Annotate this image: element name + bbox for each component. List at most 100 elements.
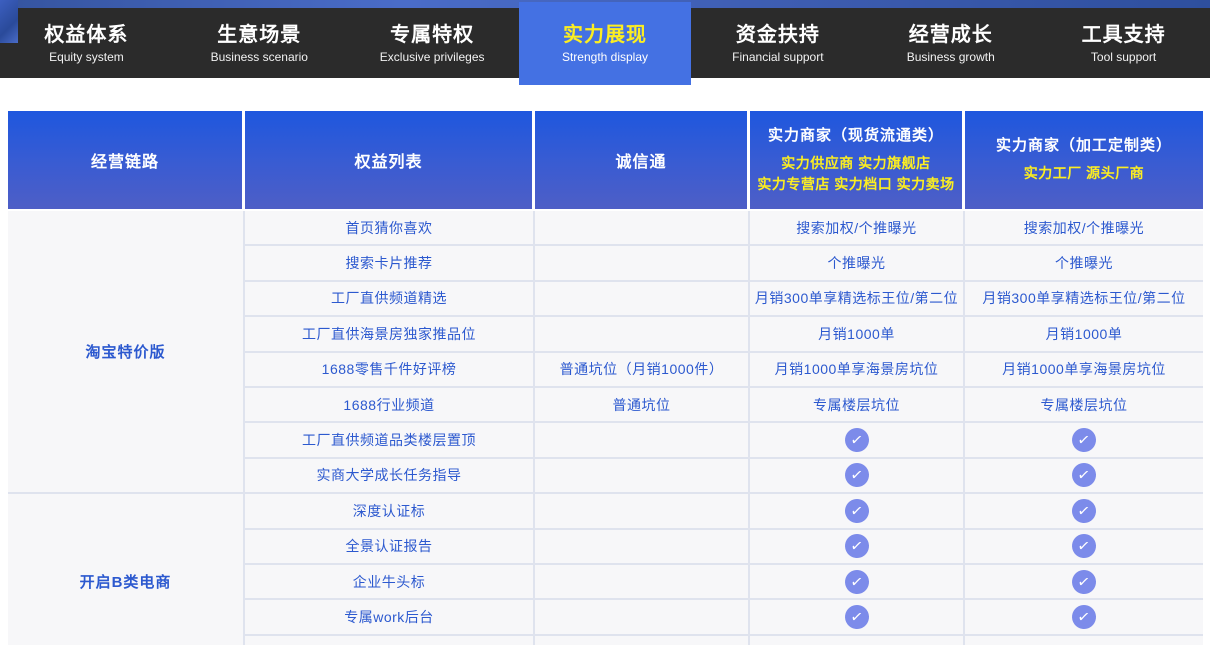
table-header-row: 经营链路 权益列表 诚信通 实力商家（现货流通类） 实力供应商 实力旗舰店 实力… (8, 111, 1203, 211)
benefit-cell: 工厂直供海景房独家推品位 (245, 317, 535, 352)
benefit-cell: 搜索卡片推荐 (245, 246, 535, 281)
custom-merchant-cell: 搜索加权/个推曝光 (965, 211, 1203, 246)
nav-tab-business-scenario[interactable]: 生意场景 Business scenario (173, 8, 346, 78)
check-icon: ✓ (1070, 568, 1097, 595)
chengxintong-cell: 普通坑位 (535, 388, 750, 423)
check-icon: ✓ (843, 497, 870, 524)
nav-tab-label-en: Exclusive privileges (380, 50, 485, 64)
check-icon: ✓ (843, 426, 870, 453)
benefit-cell: 1688行业频道 (245, 388, 535, 423)
check-icon: ✓ (1070, 533, 1097, 560)
spot-merchant-cell (750, 636, 965, 645)
chengxintong-cell (535, 600, 750, 635)
nav-tab-label-zh: 实力展现 (563, 23, 647, 47)
nav-tab-financial-support[interactable]: 资金扶持 Financial support (691, 8, 864, 78)
header-title: 实力商家（现货流通类） (750, 126, 962, 146)
check-icon: ✓ (1070, 462, 1097, 489)
check-icon: ✓ (843, 462, 870, 489)
header-business-chain: 经营链路 (8, 111, 245, 211)
table-row: 开启B类电商 深度认证标 ✓ ✓ (8, 494, 1203, 529)
spot-merchant-cell: 专属楼层坑位 (750, 388, 965, 423)
top-navigation: 权益体系 Equity system 生意场景 Business scenari… (0, 8, 1210, 78)
chengxintong-cell (535, 282, 750, 317)
header-subtitle: 实力工厂 源头厂商 (965, 163, 1203, 184)
header-benefit-list: 权益列表 (245, 111, 535, 211)
chengxintong-cell (535, 565, 750, 600)
custom-merchant-cell: 月销300单享精选标王位/第二位 (965, 282, 1203, 317)
custom-merchant-cell: 月销1000单享海景房坑位 (965, 353, 1203, 388)
spot-merchant-cell: ✓ (750, 423, 965, 458)
nav-tab-business-growth[interactable]: 经营成长 Business growth (864, 8, 1037, 78)
spot-merchant-cell: 月销1000单享海景房坑位 (750, 353, 965, 388)
benefit-cell: 工厂直供频道品类楼层置顶 (245, 423, 535, 458)
nav-tab-label-en: Business growth (907, 50, 995, 64)
nav-tab-label-en: Tool support (1091, 50, 1156, 64)
chengxintong-cell (535, 211, 750, 246)
chengxintong-cell (535, 317, 750, 352)
page: 权益体系 Equity system 生意场景 Business scenari… (0, 0, 1210, 645)
nav-tab-label-zh: 专属特权 (390, 23, 474, 47)
spot-merchant-cell: ✓ (750, 459, 965, 494)
header-subtitle: 实力专营店 实力档口 实力卖场 (750, 174, 962, 195)
benefit-cell: 深度认证标 (245, 494, 535, 529)
nav-tab-label-zh: 权益体系 (44, 23, 128, 47)
spot-merchant-cell: 搜索加权/个推曝光 (750, 211, 965, 246)
check-icon: ✓ (843, 533, 870, 560)
custom-merchant-cell: ✓ (965, 459, 1203, 494)
custom-merchant-cell: 专属楼层坑位 (965, 388, 1203, 423)
spot-merchant-cell: 个推曝光 (750, 246, 965, 281)
chengxintong-cell: 普通坑位（月销1000件） (535, 353, 750, 388)
nav-tab-tool-support[interactable]: 工具支持 Tool support (1037, 8, 1210, 78)
nav-tab-label-en: Financial support (732, 50, 823, 64)
benefit-cell: 专属work后台 (245, 600, 535, 635)
nav-tab-label-zh: 工具支持 (1082, 23, 1166, 47)
group-label-taobao-tejiaban: 淘宝特价版 (8, 211, 245, 494)
nav-tab-equity-system[interactable]: 权益体系 Equity system (0, 8, 173, 78)
spot-merchant-cell: 月销1000单 (750, 317, 965, 352)
group-label-b2b-ecommerce: 开启B类电商 (8, 494, 245, 645)
nav-tab-label-zh: 资金扶持 (736, 23, 820, 47)
custom-merchant-cell: ✓ (965, 530, 1203, 565)
nav-tab-label-en: Equity system (49, 50, 124, 64)
benefit-cell: 实商大学成长任务指导 (245, 459, 535, 494)
benefits-comparison-table: 经营链路 权益列表 诚信通 实力商家（现货流通类） 实力供应商 实力旗舰店 实力… (8, 111, 1203, 645)
benefit-cell (245, 636, 535, 645)
header-subtitle: 实力供应商 实力旗舰店 (750, 153, 962, 174)
nav-tab-label-en: Business scenario (211, 50, 308, 64)
custom-merchant-cell: ✓ (965, 600, 1203, 635)
spot-merchant-cell: ✓ (750, 600, 965, 635)
benefit-cell: 企业牛头标 (245, 565, 535, 600)
custom-merchant-cell: ✓ (965, 423, 1203, 458)
nav-tab-label-zh: 生意场景 (217, 23, 301, 47)
chengxintong-cell (535, 246, 750, 281)
table-row: 淘宝特价版 首页猜你喜欢 搜索加权/个推曝光 搜索加权/个推曝光 (8, 211, 1203, 246)
nav-tab-label-zh: 经营成长 (909, 23, 993, 47)
chengxintong-cell (535, 636, 750, 645)
benefit-cell: 1688零售千件好评榜 (245, 353, 535, 388)
benefit-cell: 首页猜你喜欢 (245, 211, 535, 246)
benefit-cell: 全景认证报告 (245, 530, 535, 565)
spot-merchant-cell: 月销300单享精选标王位/第二位 (750, 282, 965, 317)
custom-merchant-cell: 月销1000单 (965, 317, 1203, 352)
check-icon: ✓ (1070, 603, 1097, 630)
header-strength-merchant-custom: 实力商家（加工定制类） 实力工厂 源头厂商 (965, 111, 1203, 211)
custom-merchant-cell: 个推曝光 (965, 246, 1203, 281)
chengxintong-cell (535, 459, 750, 494)
custom-merchant-cell: ✓ (965, 565, 1203, 600)
hero-background-corner (0, 0, 18, 43)
chengxintong-cell (535, 530, 750, 565)
check-icon: ✓ (843, 603, 870, 630)
custom-merchant-cell (965, 636, 1203, 645)
benefit-cell: 工厂直供频道精选 (245, 282, 535, 317)
spot-merchant-cell: ✓ (750, 494, 965, 529)
nav-tab-label-en: Strength display (562, 50, 648, 64)
check-icon: ✓ (1070, 426, 1097, 453)
header-title: 实力商家（加工定制类） (965, 136, 1203, 156)
nav-tab-strength-display-active[interactable]: 实力展现 Strength display (519, 2, 692, 85)
header-chengxintong: 诚信通 (535, 111, 750, 211)
check-icon: ✓ (843, 568, 870, 595)
spot-merchant-cell: ✓ (750, 530, 965, 565)
nav-tab-exclusive-privileges[interactable]: 专属特权 Exclusive privileges (346, 8, 519, 78)
spot-merchant-cell: ✓ (750, 565, 965, 600)
chengxintong-cell (535, 494, 750, 529)
